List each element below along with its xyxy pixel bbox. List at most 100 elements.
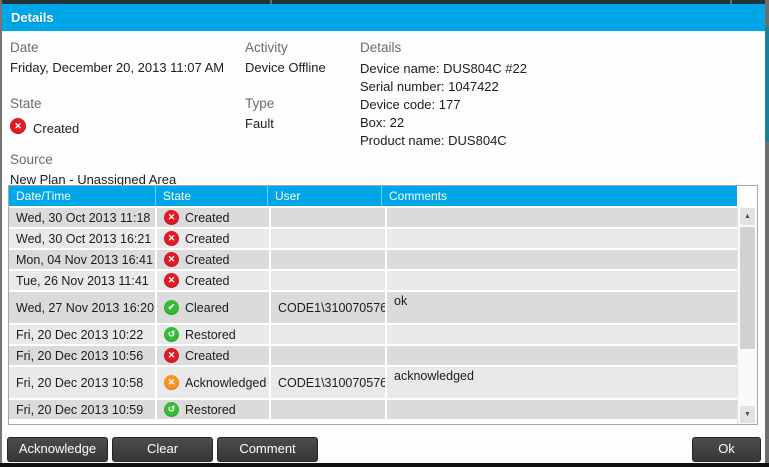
page-title: Details: [2, 4, 765, 31]
window-bottom-edge: [0, 463, 769, 467]
cell-state: ✕ Acknowledged: [157, 367, 269, 398]
cell-user: [271, 400, 385, 419]
cell-user: [271, 250, 385, 269]
source-label: Source: [10, 152, 240, 167]
history-table: Date/Time State User Comments Wed, 30 Oc…: [8, 185, 758, 425]
type-label: Type: [245, 96, 355, 111]
cell-state: ✕ Created: [157, 271, 269, 290]
table-row[interactable]: Mon, 04 Nov 2013 16:41 ✕ Created: [9, 250, 737, 269]
cleared-check-icon: ✔: [164, 300, 179, 315]
type-value: Fault: [245, 116, 355, 131]
window-top-edge: [0, 0, 769, 4]
window-left-edge: [0, 0, 2, 467]
acknowledged-icon: ✕: [164, 375, 179, 390]
table-row[interactable]: Wed, 30 Oct 2013 16:21 ✕ Created: [9, 229, 737, 248]
table-header: Date/Time State User Comments: [9, 186, 737, 206]
cell-comment: [387, 400, 737, 419]
state-text: Created: [185, 274, 229, 288]
state-text: Restored: [185, 328, 236, 342]
cell-state: ✕ Created: [157, 208, 269, 227]
serial-number-line: Serial number: 1047422: [360, 78, 700, 96]
created-error-icon: ✕: [164, 210, 179, 225]
column-header-state[interactable]: State: [155, 186, 267, 206]
cell-comment: [387, 325, 737, 344]
acknowledge-button[interactable]: Acknowledge: [7, 437, 108, 462]
table-row[interactable]: Tue, 26 Nov 2013 11:41 ✕ Created: [9, 271, 737, 290]
created-error-icon: ✕: [164, 348, 179, 363]
created-error-icon: ✕: [164, 231, 179, 246]
cell-state: ✔ Cleared: [157, 292, 269, 323]
column-header-user[interactable]: User: [267, 186, 381, 206]
background-window-sliver: [765, 27, 769, 142]
cell-datetime: Mon, 04 Nov 2013 16:41: [9, 250, 155, 269]
details-label: Details: [360, 40, 700, 55]
cell-user: [271, 325, 385, 344]
table-rows: Wed, 30 Oct 2013 11:18 ✕ Created Wed, 30…: [9, 208, 737, 419]
cell-comment: [387, 346, 737, 365]
cell-state: ↺ Restored: [157, 325, 269, 344]
cell-datetime: Wed, 30 Oct 2013 11:18: [9, 208, 155, 227]
scroll-down-button[interactable]: ▼: [740, 406, 755, 423]
cell-user: CODE1\310070576: [271, 292, 385, 323]
table-row[interactable]: Fri, 20 Dec 2013 10:59 ↺ Restored: [9, 400, 737, 419]
cell-datetime: Tue, 26 Nov 2013 11:41: [9, 271, 155, 290]
info-column-details: Details Device name: DUS804C #22 Serial …: [360, 40, 700, 150]
restored-arrow-icon: ↺: [164, 327, 179, 342]
details-dialog: Details Date Friday, December 20, 2013 1…: [0, 0, 769, 467]
state-text: Created: [185, 232, 229, 246]
state-text: Created: [185, 211, 229, 225]
cell-user: [271, 229, 385, 248]
device-code-line: Device code: 177: [360, 96, 700, 114]
top-edge-notch: [730, 0, 732, 4]
table-row[interactable]: Fri, 20 Dec 2013 10:22 ↺ Restored: [9, 325, 737, 344]
ok-button[interactable]: Ok: [692, 437, 761, 462]
cell-user: [271, 346, 385, 365]
state-text: Created: [185, 253, 229, 267]
comment-button[interactable]: Comment: [217, 437, 318, 462]
top-edge-notch: [270, 0, 272, 4]
scroll-up-button[interactable]: ▲: [740, 208, 755, 225]
state-value: Created: [33, 121, 79, 136]
activity-label: Activity: [245, 40, 355, 55]
activity-value: Device Offline: [245, 60, 355, 75]
cell-user: [271, 271, 385, 290]
state-text: Cleared: [185, 301, 229, 315]
cell-state: ✕ Created: [157, 250, 269, 269]
titlebar[interactable]: Details: [2, 4, 765, 31]
cell-user: [271, 208, 385, 227]
cell-state: ✕ Created: [157, 346, 269, 365]
cell-comment: [387, 271, 737, 290]
cell-comment: ok: [387, 292, 737, 323]
clear-button[interactable]: Clear: [112, 437, 213, 462]
cell-datetime: Wed, 30 Oct 2013 16:21: [9, 229, 155, 248]
table-row[interactable]: Wed, 27 Nov 2013 16:20 ✔ Cleared CODE1\3…: [9, 292, 737, 323]
cell-comment: [387, 250, 737, 269]
state-text: Acknowledged: [185, 376, 266, 390]
box-line: Box: 22: [360, 114, 700, 132]
created-error-icon: ✕: [10, 118, 26, 134]
created-error-icon: ✕: [164, 273, 179, 288]
info-column-left: Date Friday, December 20, 2013 11:07 AM …: [10, 40, 240, 197]
column-header-datetime[interactable]: Date/Time: [9, 186, 155, 206]
cell-datetime: Wed, 27 Nov 2013 16:20: [9, 292, 155, 323]
cell-datetime: Fri, 20 Dec 2013 10:58: [9, 367, 155, 398]
table-row[interactable]: Fri, 20 Dec 2013 10:58 ✕ Acknowledged CO…: [9, 367, 737, 398]
restored-arrow-icon: ↺: [164, 402, 179, 417]
cell-datetime: Fri, 20 Dec 2013 10:59: [9, 400, 155, 419]
vertical-scrollbar[interactable]: ▲ ▼: [737, 207, 757, 424]
created-error-icon: ✕: [164, 252, 179, 267]
state-label: State: [10, 96, 240, 111]
column-header-comments[interactable]: Comments: [381, 186, 737, 206]
window-right-edge: [765, 0, 769, 467]
state-text: Restored: [185, 403, 236, 417]
table-row[interactable]: Fri, 20 Dec 2013 10:56 ✕ Created: [9, 346, 737, 365]
cell-comment: [387, 208, 737, 227]
cell-state: ✕ Created: [157, 229, 269, 248]
table-row[interactable]: Wed, 30 Oct 2013 11:18 ✕ Created: [9, 208, 737, 227]
scrollbar-thumb[interactable]: [740, 227, 755, 349]
cell-comment: acknowledged: [387, 367, 737, 398]
state-text: Created: [185, 349, 229, 363]
date-label: Date: [10, 40, 240, 55]
date-value: Friday, December 20, 2013 11:07 AM: [10, 60, 240, 75]
cell-state: ↺ Restored: [157, 400, 269, 419]
